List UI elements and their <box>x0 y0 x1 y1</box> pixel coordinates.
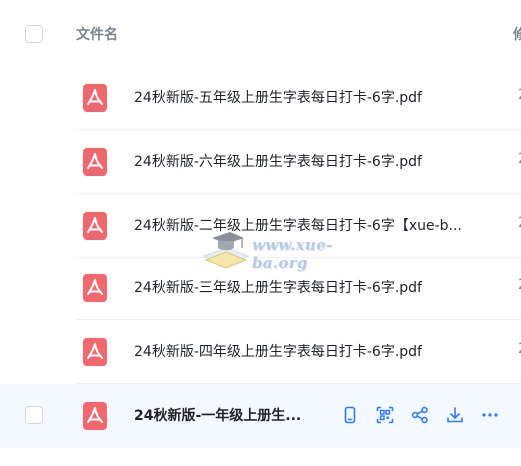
file-name[interactable]: 24秋新版-五年级上册生字表每日打卡-6字.pdf <box>134 87 422 107</box>
file-name[interactable]: 24秋新版-三年级上册生字表每日打卡-6字.pdf <box>134 277 422 297</box>
pdf-file-icon <box>83 212 107 240</box>
watermark-text: www.xue-ba.org <box>252 236 333 272</box>
select-all-checkbox[interactable] <box>25 25 43 43</box>
site-watermark: www.xue-ba.org <box>200 222 375 272</box>
qr-scan-icon[interactable] <box>373 403 397 427</box>
file-row[interactable]: 24秋新版-五年级上册生字表每日打卡-6字.pdf 2 <box>0 66 521 130</box>
second-column-header[interactable]: 修 <box>513 24 521 44</box>
file-row-hovered[interactable]: 24秋新版-一年级上册生... <box>0 384 521 448</box>
pdf-file-icon <box>83 402 107 430</box>
row-action-bar <box>338 403 513 427</box>
pdf-file-icon <box>83 148 107 176</box>
more-icon[interactable] <box>478 403 502 427</box>
share-icon[interactable] <box>408 403 432 427</box>
row-select-checkbox[interactable] <box>25 406 43 424</box>
graduation-cap-books-icon <box>200 226 252 270</box>
phone-icon[interactable] <box>338 403 362 427</box>
file-list-page: 文件名 修 24秋新版-五年级上册生字表每日打卡-6字.pdf 2 24秋新版-… <box>0 0 521 466</box>
file-list-header: 文件名 修 <box>0 0 521 66</box>
download-icon[interactable] <box>443 403 467 427</box>
file-row[interactable]: 24秋新版-四年级上册生字表每日打卡-6字.pdf 2 <box>0 320 521 384</box>
file-row[interactable]: 24秋新版-六年级上册生字表每日打卡-6字.pdf 2 <box>0 130 521 194</box>
file-name[interactable]: 24秋新版-六年级上册生字表每日打卡-6字.pdf <box>134 151 422 171</box>
file-name[interactable]: 24秋新版-一年级上册生... <box>134 405 301 425</box>
pdf-file-icon <box>83 338 107 366</box>
file-name[interactable]: 24秋新版-四年级上册生字表每日打卡-6字.pdf <box>134 341 422 361</box>
pdf-file-icon <box>83 84 107 112</box>
pdf-file-icon <box>83 274 107 302</box>
filename-column-header[interactable]: 文件名 <box>76 24 118 44</box>
